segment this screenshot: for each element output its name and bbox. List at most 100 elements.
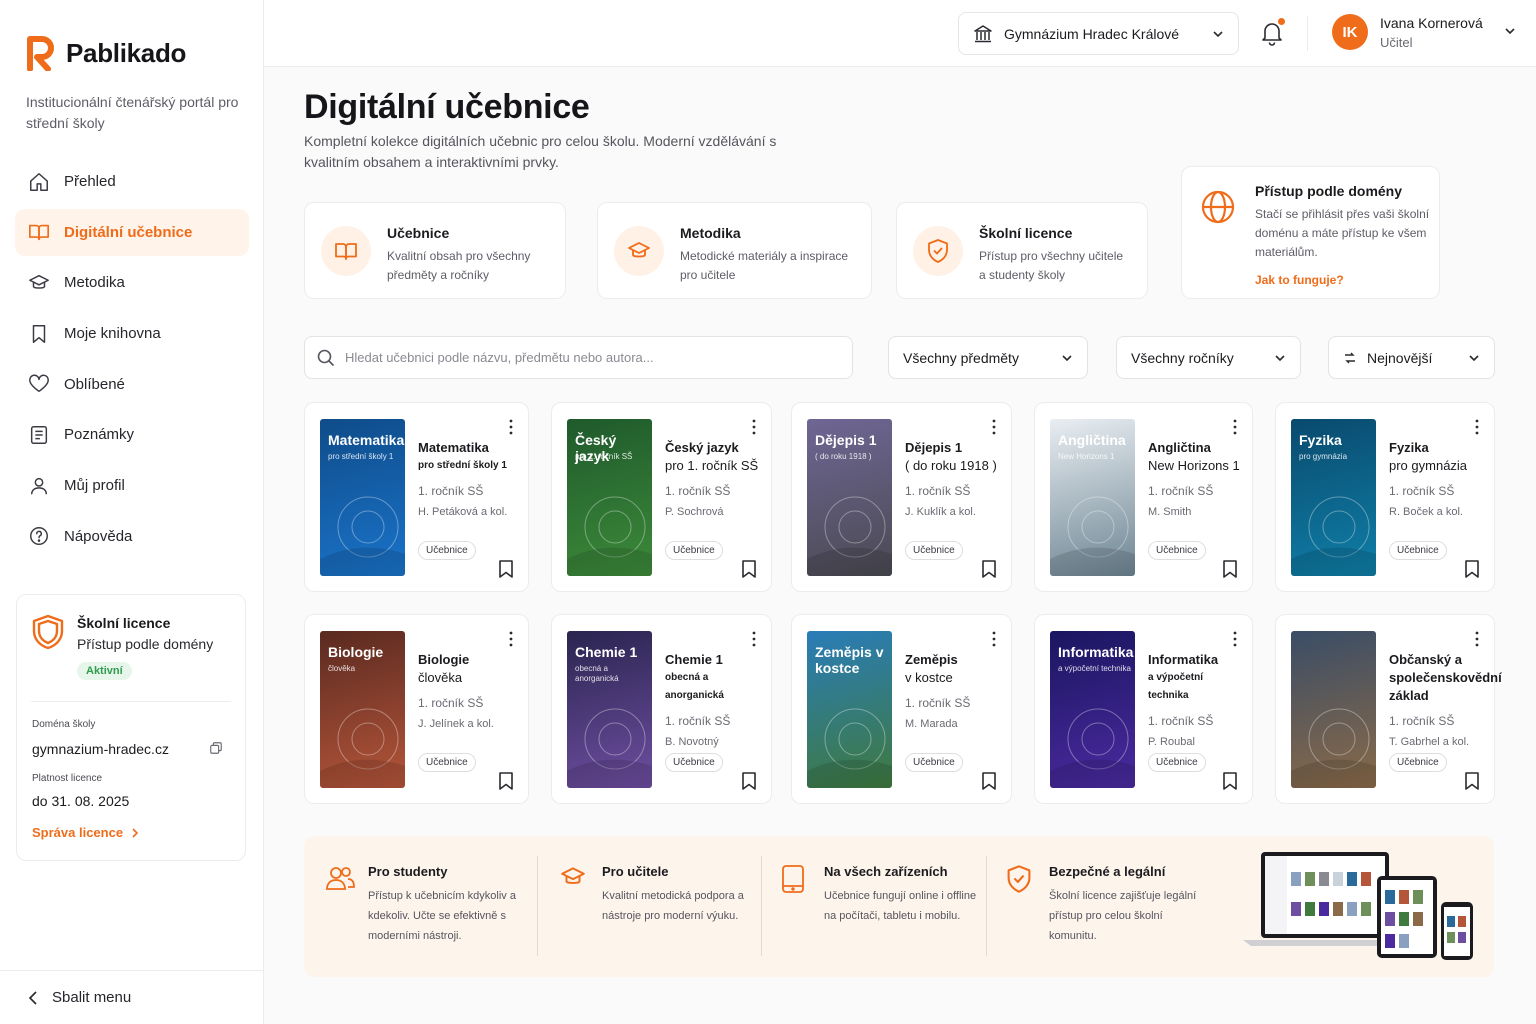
book-cover[interactable]: Zeměpis v kostce [807, 631, 892, 788]
chevron-down-icon[interactable] [1504, 27, 1516, 35]
sidebar-item-oblibene[interactable]: Oblíbené [15, 361, 249, 408]
collapse-menu-button[interactable]: Sbalit menu [0, 970, 264, 1024]
bookmark-icon[interactable] [1222, 771, 1238, 791]
subject-select[interactable]: Všechny předměty [888, 336, 1088, 379]
book-card[interactable]: Občanský a společenskovědní základ 1. ro… [1275, 614, 1502, 804]
tablet-icon [782, 865, 804, 893]
help-icon [30, 527, 48, 546]
sort-icon [1345, 352, 1355, 363]
manage-license-label: Správa licence [32, 825, 124, 840]
bookmark-icon[interactable] [1464, 771, 1480, 791]
book-card[interactable]: Matematika pro střední školy 1 Matematik… [304, 402, 529, 592]
feature-text: Přístup pro všechny učitele a studenty š… [979, 249, 1124, 282]
chevron-left-icon [28, 990, 37, 1005]
book-card[interactable]: Zeměpis v kostce Zeměpis v kostce 1. roč… [791, 614, 1012, 804]
book-author: B. Novotný [665, 736, 719, 748]
book-info: Angličtina New Horizons 1 1. ročník SŠ M… [1148, 439, 1244, 518]
more-vertical-icon[interactable] [1232, 419, 1238, 435]
sidebar-item-metodika[interactable]: Metodika [15, 259, 249, 306]
logo[interactable]: Pablikado [26, 35, 186, 71]
how-it-works-link[interactable]: Jak to funguje? [1255, 273, 1344, 287]
book-cover[interactable] [1291, 631, 1376, 788]
book-cover[interactable]: Matematika pro střední školy 1 [320, 419, 405, 576]
divider [31, 701, 231, 702]
search-input[interactable] [345, 350, 825, 365]
book-cover[interactable]: Dějepis 1 ( do roku 1918 ) [807, 419, 892, 576]
chevron-down-icon [1213, 30, 1223, 37]
book-author: M. Marada [905, 718, 958, 730]
cover-title: Angličtina [1058, 432, 1126, 448]
sidebar-item-prehled[interactable]: Přehled [15, 158, 249, 205]
book-cover[interactable]: Informatika a výpočetní technika [1050, 631, 1135, 788]
sidebar-item-napoveda[interactable]: Nápověda [15, 513, 249, 560]
more-vertical-icon[interactable] [508, 419, 514, 435]
sidebar-item-label: Metodika [64, 274, 125, 292]
bookmark-icon[interactable] [498, 771, 514, 791]
sidebar-item-digitalni-ucebnice[interactable]: Digitální učebnice [15, 208, 249, 256]
book-type-badge: Učebnice [418, 753, 476, 772]
sidebar-item-muj-profil[interactable]: Můj profil [15, 462, 249, 509]
book-author: P. Sochrová [665, 506, 724, 518]
book-cover[interactable]: Biologie člověka [320, 631, 405, 788]
book-subtitle: New Horizons 1 [1148, 458, 1240, 473]
book-card[interactable]: Fyzika pro gymnázia Fyzika pro gymnázia … [1275, 402, 1495, 592]
cover-title: Biologie [328, 644, 384, 660]
sidebar-item-label: Poznámky [64, 426, 135, 444]
more-vertical-icon[interactable] [991, 631, 997, 647]
manage-license-link[interactable]: Správa licence [32, 825, 139, 840]
home-icon [30, 172, 48, 191]
book-title: Dějepis 1 [905, 440, 963, 455]
more-vertical-icon[interactable] [751, 419, 757, 435]
sidebar-item-moje-knihovna[interactable]: Moje knihovna [15, 310, 249, 357]
more-vertical-icon[interactable] [1232, 631, 1238, 647]
book-card[interactable]: Angličtina New Horizons 1 Angličtina New… [1034, 402, 1253, 592]
book-card[interactable]: Chemie 1 obecná a anorganická Chemie 1 o… [551, 614, 772, 804]
feature-icon-wrap [614, 226, 664, 276]
more-vertical-icon[interactable] [991, 419, 997, 435]
book-subtitle: pro gymnázia [1389, 458, 1468, 473]
notifications-button[interactable] [1260, 17, 1286, 46]
benefit-title: Pro učitele [602, 864, 669, 879]
feature-text: Metodické materiály a inspirace pro učit… [680, 249, 849, 282]
feature-icon-wrap [321, 226, 371, 276]
book-card[interactable]: Dějepis 1 ( do roku 1918 ) Dějepis 1 ( d… [791, 402, 1012, 592]
school-select[interactable]: Gymnázium Hradec Králové [958, 12, 1239, 55]
devices-illustration [1243, 852, 1473, 960]
user-menu[interactable]: IK Ivana Kornerová Učitel [1332, 14, 1483, 50]
benefit-text: Školní licence zajišťuje legální přístup… [1049, 890, 1197, 942]
more-vertical-icon[interactable] [508, 631, 514, 647]
book-card[interactable]: Informatika a výpočetní technika Informa… [1034, 614, 1253, 804]
book-cover[interactable]: Angličtina New Horizons 1 [1050, 419, 1135, 576]
sort-select[interactable]: Nejnovější [1328, 336, 1495, 379]
bookmark-icon[interactable] [741, 559, 757, 579]
cover-title: Chemie 1 [575, 644, 638, 660]
book-cover[interactable]: Chemie 1 obecná a anorganická [567, 631, 652, 788]
book-card[interactable]: Český jazyk pro 1. ročník SŠ Český jazyk… [551, 402, 772, 592]
book-title: Angličtina [1148, 440, 1211, 455]
chevron-down-icon [1275, 354, 1285, 361]
cover-subtitle: ( do roku 1918 ) [815, 452, 872, 461]
book-cover[interactable]: Český jazyk pro 1. ročník SŠ [567, 419, 652, 576]
sidebar-item-label: Moje knihovna [64, 325, 161, 343]
bookmark-icon[interactable] [1222, 559, 1238, 579]
bookmark-icon[interactable] [981, 771, 997, 791]
book-cover[interactable]: Fyzika pro gymnázia [1291, 419, 1376, 576]
bookmark-icon[interactable] [981, 559, 997, 579]
bookmark-icon[interactable] [741, 771, 757, 791]
more-vertical-icon[interactable] [1474, 419, 1480, 435]
bookmark-icon[interactable] [1464, 559, 1480, 579]
user-name: Ivana Kornerová [1380, 14, 1483, 31]
benefit-text: Učebnice fungují online i offline na poč… [824, 890, 977, 922]
book-card[interactable]: Biologie člověka Biologie člověka 1. roč… [304, 614, 529, 804]
sidebar-item-poznamky[interactable]: Poznámky [15, 411, 249, 458]
more-vertical-icon[interactable] [751, 631, 757, 647]
bookmark-icon[interactable] [498, 559, 514, 579]
domain-access-text: Stačí se přihlásit přes vaši školní domé… [1255, 207, 1430, 259]
feature-text: Kvalitní obsah pro všechny předměty a ro… [387, 249, 531, 282]
grade-select[interactable]: Všechny ročníky [1116, 336, 1301, 379]
book-title: Matematika [418, 440, 489, 455]
copy-icon[interactable] [209, 741, 223, 755]
benefit-text: Přístup k učebnicím kdykoliv a kdekoliv.… [368, 890, 516, 942]
more-vertical-icon[interactable] [1474, 631, 1480, 647]
sidebar-item-label: Můj profil [64, 477, 125, 495]
